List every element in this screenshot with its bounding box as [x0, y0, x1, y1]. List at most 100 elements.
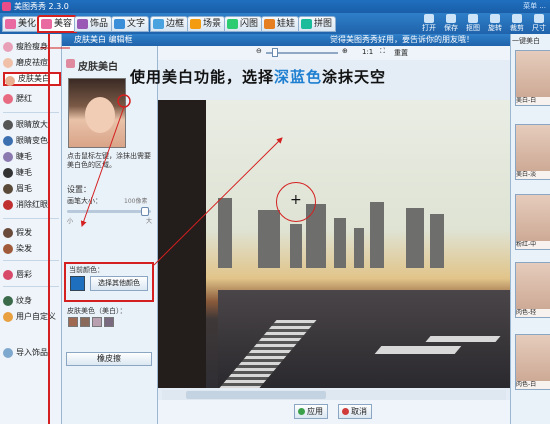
tab-frame[interactable]: 边框	[150, 16, 189, 32]
sample-photo	[68, 78, 126, 148]
menu-hair-dye[interactable]: 染发	[3, 242, 61, 256]
reset-button[interactable]: 重置	[394, 48, 408, 58]
menu-slim-face[interactable]: 瘦脸瘦身	[3, 40, 61, 54]
menu-eye-color[interactable]: 眼睛变色	[3, 134, 61, 148]
cancel-button[interactable]: 取消	[338, 404, 372, 419]
menu-tattoo[interactable]: 纹身	[3, 294, 61, 308]
preset-thumb[interactable]: 粉红-中	[515, 194, 550, 250]
preset-thumb[interactable]: 美白-淡	[515, 124, 550, 180]
tab-accessories[interactable]: 饰品	[74, 16, 113, 32]
tab-text[interactable]: 文字	[111, 16, 150, 32]
eye-color-icon	[3, 136, 13, 146]
zoom-bar: ⊖ ⊕ 1:1 ⛶ 重置	[158, 46, 510, 60]
zoom-knob[interactable]	[272, 48, 278, 57]
custom-icon	[3, 312, 13, 322]
eyelash-icon	[3, 168, 13, 178]
import-icon	[3, 348, 13, 358]
eraser-button[interactable]: 橡皮擦	[66, 352, 152, 366]
save-icon	[446, 14, 456, 23]
brush-size-value: 100像素	[124, 198, 148, 205]
rotate-button[interactable]: 旋转	[484, 13, 506, 34]
skin-swatch[interactable]	[68, 317, 78, 327]
annotation-line	[48, 34, 50, 424]
open-button[interactable]: 打开	[418, 13, 440, 34]
building	[406, 208, 424, 268]
menu-wig[interactable]: 假发	[3, 226, 61, 240]
menu-text[interactable]: 菜单 ...	[523, 0, 546, 13]
tab-scene[interactable]: 场景	[187, 16, 226, 32]
skin-swatch[interactable]	[80, 317, 90, 327]
current-color-swatch[interactable]	[70, 276, 85, 291]
import-accessory-button[interactable]: 导入饰品	[3, 346, 61, 360]
wig-icon	[3, 228, 13, 238]
photo-canvas[interactable]: +	[158, 100, 510, 388]
crosshair-icon: +	[290, 192, 302, 208]
tab-cosmetic[interactable]: 美容	[37, 15, 78, 33]
divider	[3, 286, 59, 287]
building	[370, 202, 384, 268]
pick-color-button[interactable]: 选择其他颜色	[90, 276, 148, 291]
zoom-ratio[interactable]: 1:1	[362, 48, 373, 56]
tab-beautify[interactable]: 美化	[2, 16, 41, 32]
menu-custom[interactable]: 用户自定义	[3, 310, 61, 324]
scroll-thumb[interactable]	[186, 391, 326, 399]
building	[258, 210, 280, 268]
menu-eyebrow[interactable]: 眉毛	[3, 182, 61, 196]
panel-header: 皮肤美白 编辑框	[62, 34, 158, 46]
menu-red-eye[interactable]: 消除红眼	[3, 198, 61, 212]
skin-swatch[interactable]	[104, 317, 114, 327]
menu-blush[interactable]: 腮红	[3, 92, 61, 106]
slider-knob[interactable]	[141, 207, 149, 216]
resize-button[interactable]: 尺寸	[528, 13, 550, 34]
building	[430, 214, 444, 268]
blush-icon	[3, 94, 13, 104]
left-menu: 瘦脸瘦身 磨皮祛痘 皮肤美白 腮红 眼睛放大 眼睛变色 睫毛 睫毛 眉毛 消除红…	[0, 34, 62, 424]
beautify-icon	[5, 19, 16, 29]
skin-color-label: 皮肤美色（美白）：	[67, 307, 127, 315]
zoom-in-icon[interactable]: ⊕	[342, 47, 348, 55]
menu-skin-whitening[interactable]: 皮肤美白	[3, 72, 61, 86]
tutorial-caption: 使用美白功能，选择深蓝色涂抹天空	[130, 68, 387, 86]
save-button[interactable]: 保存	[440, 13, 462, 34]
hair-dye-icon	[3, 244, 13, 254]
panel-title: 皮肤美白	[66, 58, 118, 73]
check-icon	[298, 408, 305, 415]
building	[290, 224, 302, 268]
tab-doll[interactable]: 娃娃	[261, 16, 300, 32]
tab-flash[interactable]: 闪图	[224, 16, 263, 32]
divider	[3, 112, 59, 113]
whitening-icon	[66, 59, 75, 68]
preset-panel: 一键美白 美白-白 美白-淡 粉红-中 肉色-轻 肉色-白	[510, 34, 550, 424]
crop-button[interactable]: 裁剪	[506, 13, 528, 34]
cutout-button[interactable]: 抠图	[462, 13, 484, 34]
skin-swatch[interactable]	[92, 317, 102, 327]
preset-thumb[interactable]: 肉色-轻	[515, 262, 550, 318]
cutout-icon	[468, 14, 478, 23]
apply-button[interactable]: 应用	[294, 404, 328, 419]
fit-icon[interactable]: ⛶	[380, 47, 385, 56]
preset-thumb[interactable]: 美白-白	[515, 50, 550, 106]
menu-eye-enlarge[interactable]: 眼睛放大	[3, 118, 61, 132]
rotate-icon	[490, 14, 500, 23]
current-color-box: 当前颜色： 选择其他颜色	[64, 262, 154, 302]
menu-eyelash[interactable]: 睫毛	[3, 166, 61, 180]
settings-label: 设置：	[67, 185, 91, 194]
menu-eyeshadow[interactable]: 睫毛	[3, 150, 61, 164]
menu-smooth-skin[interactable]: 磨皮祛痘	[3, 56, 61, 70]
preset-thumb[interactable]: 肉色-白	[515, 334, 550, 390]
slider-min: 小	[67, 218, 74, 225]
horizontal-scrollbar[interactable]	[162, 390, 506, 400]
doll-icon	[264, 19, 275, 29]
tab-collage[interactable]: 拼图	[298, 16, 337, 32]
text-icon	[114, 19, 125, 29]
zoom-out-icon[interactable]: ⊖	[256, 47, 262, 55]
brush-size-label: 画笔大小：	[67, 197, 102, 205]
brush-size-slider[interactable]	[67, 207, 151, 216]
smooth-skin-icon	[3, 58, 13, 68]
divider	[3, 218, 59, 219]
menu-lipstick[interactable]: 唇彩	[3, 268, 61, 282]
right-toolbar: 打开 保存 抠图 旋转 裁剪 尺寸	[418, 13, 550, 34]
resize-icon	[534, 14, 544, 23]
main-banner: 觉得美图秀秀好用，要告诉你的朋友哦！	[158, 34, 510, 46]
scene-icon	[190, 19, 201, 29]
